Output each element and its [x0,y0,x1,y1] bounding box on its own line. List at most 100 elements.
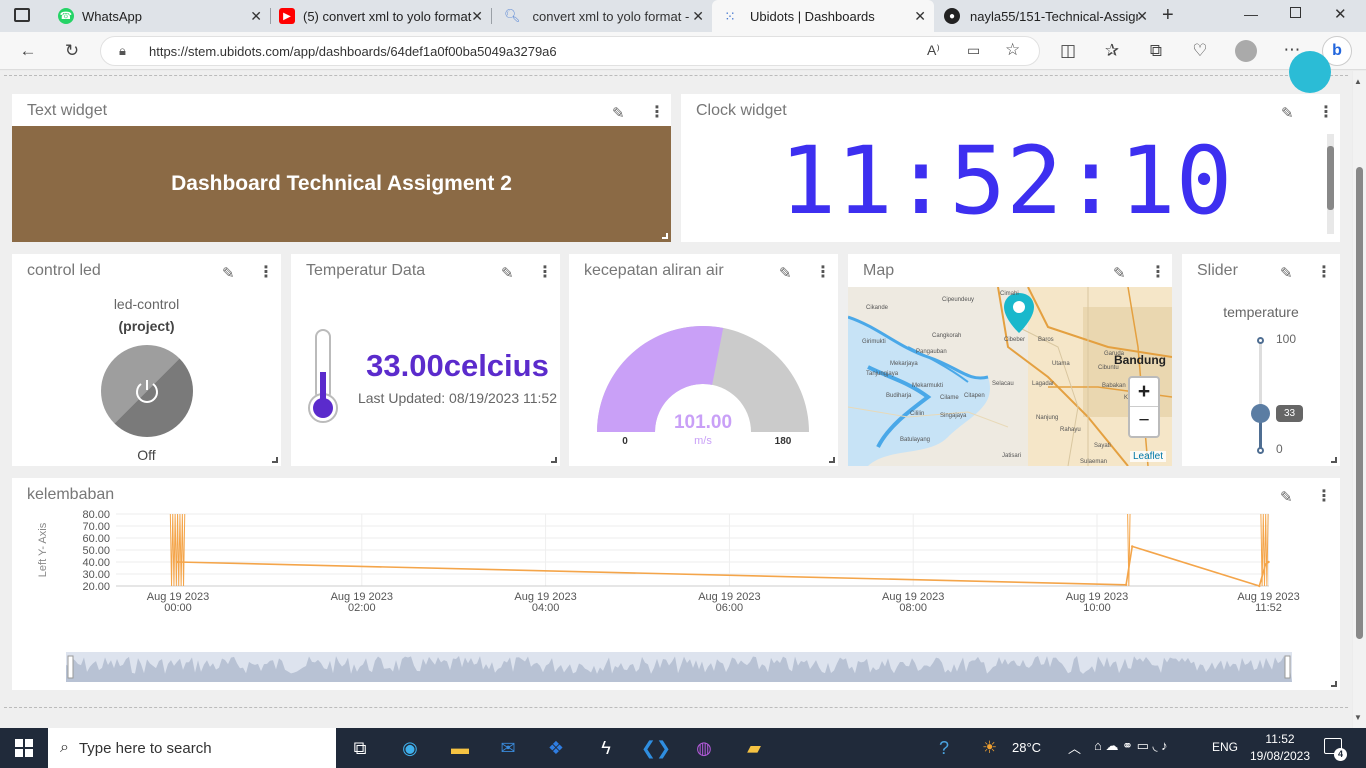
edit-pencil-icon[interactable]: ✎ [779,264,792,282]
x-tick-time: 11:52 [1255,602,1282,614]
help-icon[interactable]: ? [924,732,964,764]
browser-essentials-icon[interactable]: ♡ [1188,41,1212,61]
map-place-label: Mekarmukti [912,383,944,389]
collections-icon[interactable]: ⧉ [1144,41,1168,61]
split-screen-icon[interactable]: ◫ [1056,41,1080,61]
windows-start-icon[interactable] [4,732,44,764]
slider-thumb[interactable] [1251,403,1270,423]
map-place-label: Cilame [940,395,959,401]
kelembaban-line-chart[interactable]: 80.0070.0060.0050.0040.0030.0020.00Aug 1… [12,508,1340,638]
zoom-out-button[interactable]: − [1130,407,1158,436]
more-options-icon[interactable]: ⋮ [1150,262,1166,282]
map-canvas[interactable]: Cimahi Cikande Cipeundeuy Cangkorah Girimukt… [848,287,1172,466]
map-place-label: Tanjungjaya [866,371,899,377]
scrollbar-thumb[interactable] [1356,167,1363,639]
refresh-icon[interactable]: ↻ [60,41,84,61]
more-options-icon[interactable]: ⋮ [1316,262,1332,282]
map-place-label: Pangauban [916,349,947,355]
map-pin-icon[interactable] [1002,291,1036,335]
map-place-label: Girimukti [862,339,886,345]
read-aloud-icon[interactable]: A⁾ [927,42,940,59]
favorites-icon[interactable]: ✰ [1100,41,1124,61]
map-place-label: Nanjung [1036,415,1059,421]
map-place-label: Cipeundeuy [942,297,975,303]
more-options-icon[interactable]: ⋮ [258,262,274,282]
edit-pencil-icon[interactable]: ✎ [612,104,625,122]
vscode-icon[interactable]: ❮❯ [636,732,676,764]
map-place-label: Utama [1052,361,1070,367]
folder-icon[interactable]: ▰ [734,732,774,764]
map-zoom-control: + − [1128,376,1160,438]
chevron-up-icon[interactable]: ︿ [1068,738,1081,757]
scrollbar[interactable] [1327,134,1334,234]
x-tick-time: 00:00 [164,602,192,614]
tab-actions-icon[interactable] [14,8,30,22]
edit-pencil-icon[interactable]: ✎ [1113,264,1126,282]
reader-view-icon[interactable]: ▭ [967,42,980,59]
navigator-handle-left [67,655,74,679]
edit-pencil-icon[interactable]: ✎ [1280,264,1293,282]
map-place-label: Cikande [866,305,889,311]
mail-icon[interactable]: ✉ [488,732,528,764]
profile-avatar[interactable] [1235,40,1257,62]
x-tick-time: 06:00 [716,602,744,614]
close-tab-icon[interactable]: ✕ [250,8,262,25]
edit-pencil-icon[interactable]: ✎ [222,264,235,282]
weather-temperature[interactable]: 28°C [1012,740,1041,755]
more-options-icon[interactable]: ⋮ [1316,486,1332,506]
tab-ubidots[interactable]: ⁙ Ubidots | Dashboards ✕ [712,0,934,32]
x-tick-time: 04:00 [532,602,560,614]
lock-icon: 🔒︎ [119,43,126,58]
zoom-in-button[interactable]: + [1130,378,1158,407]
url-field[interactable]: 🔒︎ https://stem.ubidots.com/app/dashboar… [100,36,1040,66]
github-icon: ● [944,8,960,24]
close-tab-icon[interactable]: ✕ [471,8,483,25]
more-options-icon[interactable]: ⋮ [537,262,553,282]
task-view-icon[interactable]: ⧉ [340,732,380,764]
project-name: (project) [118,318,175,334]
new-tab-button[interactable]: + [1162,4,1174,27]
taskbar-search-box[interactable]: ⌕ Type here to search [48,728,336,768]
back-arrow-icon[interactable]: ← [16,41,40,61]
more-options-icon[interactable]: ⋮ [649,102,665,122]
language-indicator[interactable]: ENG [1212,740,1238,754]
edit-pencil-icon[interactable]: ✎ [1281,104,1294,122]
dropbox-icon[interactable]: ❖ [536,732,576,764]
widget-title: Map [863,262,895,279]
map-place-label: Lagadar [1032,381,1055,387]
close-window-icon[interactable]: ✕ [1334,5,1347,23]
close-tab-icon[interactable]: ✕ [914,8,926,25]
edit-pencil-icon[interactable]: ✎ [501,264,514,282]
close-tab-icon[interactable]: ✕ [1136,8,1148,25]
map-place-label: Bandung [1114,353,1166,367]
restore-icon[interactable] [1290,7,1301,18]
add-widget-button[interactable] [1289,51,1331,93]
file-explorer-icon[interactable]: ▬ [440,732,480,764]
device-name: led-control [113,296,180,312]
edit-pencil-icon[interactable]: ✎ [1280,488,1293,506]
page-scrollbar[interactable]: ▲ ▼ [1353,71,1366,728]
tab-search[interactable]: 🔍︎ convert xml to yolo format - S ✕ [492,0,712,32]
weather-icon[interactable]: ☀ [982,738,997,758]
tab-github[interactable]: ● nayla55/151-Technical-Assign ✕ [934,0,1156,32]
app-icon[interactable]: ϟ [586,732,626,764]
chart-navigator[interactable] [66,652,1292,682]
clock-date[interactable]: 19/08/2023 [1246,749,1314,763]
tab-whatsapp[interactable]: ☎ WhatsApp ✕ [48,0,270,32]
map-place-label: Jatisari [1002,453,1022,459]
more-options-icon[interactable]: ⋮ [1318,102,1334,122]
leaflet-attribution-link[interactable]: Leaflet [1130,451,1167,462]
close-tab-icon[interactable]: ✕ [692,8,704,25]
clock-time[interactable]: 11:52 [1250,732,1310,746]
map-place-label: Mekarjaya [890,361,918,367]
led-toggle-switch[interactable] [101,345,193,437]
github-desktop-icon[interactable]: ◍ [684,732,724,764]
favorite-star-icon[interactable]: ☆ [1005,40,1020,60]
edge-browser-icon[interactable]: ◉ [390,732,430,764]
minimize-icon[interactable]: — [1244,6,1258,22]
data-point [1124,583,1128,586]
tray-icons[interactable]: ⌂ ☁ ⚭ ▭ ◟ ♪ [1094,738,1168,754]
browser-tab-bar: ☎ WhatsApp ✕ ▶ (5) convert xml to yolo f… [0,0,1366,32]
more-options-icon[interactable]: ⋮ [815,262,831,282]
tab-youtube[interactable]: ▶ (5) convert xml to yolo format ✕ [271,0,491,32]
